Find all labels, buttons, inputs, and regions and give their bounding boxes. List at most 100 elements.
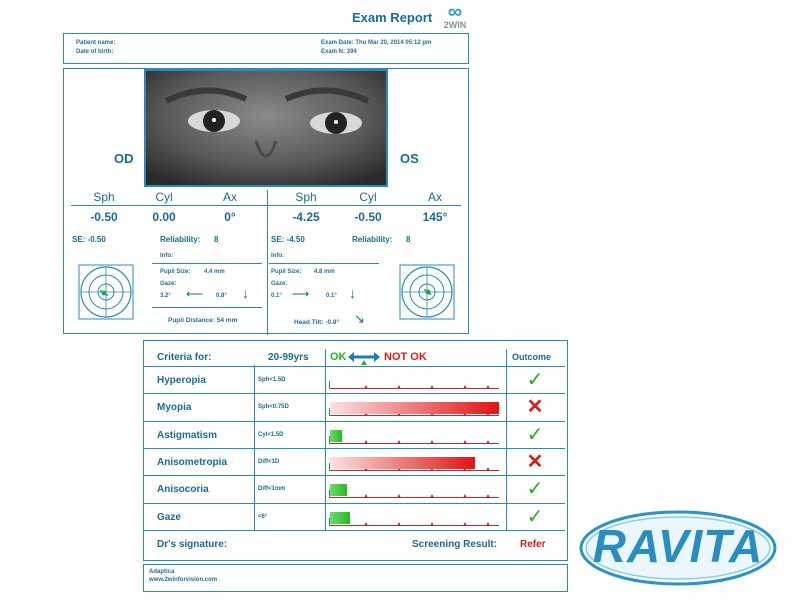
criteria-age: 20-99yrs: [268, 352, 309, 363]
track-tick: [463, 385, 467, 389]
od-pupil-label: Pupil Size:: [160, 269, 191, 275]
criterion-level-bar: [330, 484, 347, 497]
track-baseline: [330, 388, 499, 389]
os-gaze-target-icon: [399, 264, 455, 325]
track-tick: [364, 439, 368, 444]
os-pupil-value: 4.8 mm: [314, 269, 335, 275]
eye-measurement-box: OD OS Sph Cyl Ax Sph Cyl Ax -0.50 0.00 0…: [63, 68, 469, 335]
check-icon: ✓: [526, 478, 544, 501]
od-sph-value: -0.50: [90, 210, 118, 224]
od-reliability-label: Reliability:: [160, 235, 201, 244]
od-label: OD: [114, 151, 134, 166]
track-baseline: [330, 469, 499, 471]
criteria-row: Myopia Sph<0.75D ✕: [144, 393, 565, 420]
od-cyl-value: 0.00: [152, 210, 176, 224]
track-tick: [364, 521, 368, 526]
od-reliability-value: 8: [214, 235, 219, 244]
exam-date: Exam Date: Thu Mar 20, 2014 05:12 pm: [321, 40, 432, 46]
center-divider: [267, 190, 268, 335]
tilt-arrow-icon: ↘: [354, 311, 365, 326]
patient-name-label: Patient name:: [76, 40, 116, 46]
check-icon: ✓: [526, 423, 544, 446]
os-reliability-label: Reliability:: [352, 235, 393, 244]
cross-icon: ✕: [526, 396, 544, 419]
track-baseline: [330, 497, 499, 499]
track-tick: [430, 439, 434, 444]
header-divider: [71, 205, 461, 206]
criterion-level-track: [328, 369, 501, 391]
patient-info-box: Patient name: Date of birth: Exam Date: …: [63, 33, 469, 64]
criterion-name: Astigmatism: [157, 429, 218, 441]
od-cyl-header: Cyl: [155, 190, 173, 204]
screening-label: Screening Result:: [412, 539, 498, 550]
head-tilt: Head Tilt: -0.8°: [294, 319, 340, 326]
criterion-level-bar: [330, 456, 475, 469]
report-title: Exam Report: [352, 10, 433, 25]
signature-divider: [144, 530, 565, 531]
criterion-threshold: Diff<1mm: [258, 486, 286, 493]
track-tick: [463, 521, 467, 526]
ravita-logo: RAVITA: [578, 508, 778, 588]
od-sph-header: Sph: [93, 190, 115, 204]
2win-logo-text: 2WIN: [443, 20, 467, 30]
criteria-row: Anisometropia Diff<1D ✕: [144, 447, 565, 475]
ravita-logo-text: RAVITA: [592, 520, 764, 572]
criteria-row: Anisocoria Diff<1mm ✓: [144, 475, 565, 502]
track-baseline: [330, 524, 499, 526]
os-gaze-h: 0.1°: [271, 293, 282, 299]
dob-label: Date of birth:: [76, 49, 114, 55]
company-name: Adaptica: [149, 569, 175, 575]
track-tick: [430, 494, 434, 499]
track-tick: [463, 439, 467, 444]
track-tick: [486, 439, 490, 444]
track-tick: [364, 494, 368, 499]
signature-label: Dr's signature:: [157, 539, 228, 550]
od-gaze-h: 3.2°: [160, 293, 171, 299]
os-pupil-label: Pupil Size:: [271, 269, 302, 275]
criteria-title: Criteria for:: [157, 352, 212, 363]
track-tick: [486, 385, 490, 389]
criterion-level-track: [328, 451, 501, 473]
right-arrow-icon: ⟶: [292, 287, 310, 301]
criterion-level-track: [328, 478, 501, 500]
track-baseline: [330, 415, 499, 417]
pupil-distance: Pupil Distance: 54 mm: [168, 317, 238, 324]
os-cyl-header: Cyl: [359, 190, 377, 204]
criterion-name: Hyperopia: [157, 375, 206, 386]
eye-photo: [144, 69, 388, 187]
track-tick: [397, 439, 401, 444]
os-gaze-label: Gaze:: [271, 281, 288, 287]
track-tick: [430, 385, 434, 389]
os-reliability-value: 8: [406, 235, 411, 244]
screening-result: Refer: [520, 539, 546, 550]
criterion-level-track: [328, 506, 501, 528]
down-arrow-icon: ↓: [349, 285, 356, 301]
check-icon: ✓: [526, 505, 544, 528]
track-tick: [463, 494, 467, 499]
criterion-level-bar: [330, 429, 342, 442]
os-info: Info:: [271, 253, 284, 259]
down-arrow-icon: ↓: [242, 285, 249, 301]
criterion-level-track: [328, 424, 501, 446]
criteria-row: Astigmatism Cyl<1.5D ✓: [144, 420, 565, 448]
od-ax-value: 0°: [224, 210, 236, 224]
criterion-threshold: Sph<1.5D: [258, 377, 286, 383]
od-info: Info:: [160, 253, 173, 259]
od-ax-header: Ax: [222, 190, 237, 204]
od-info-divider: [152, 263, 262, 264]
criteria-box: Criteria for: 20-99yrs OK NOT OK Outcome…: [143, 340, 568, 561]
os-ax-header: Ax: [427, 190, 442, 204]
track-baseline: [330, 442, 499, 444]
criterion-name: Myopia: [157, 402, 192, 414]
os-sph-value: -4.25: [292, 210, 320, 224]
criterion-threshold: Cyl<1.5D: [258, 431, 284, 438]
track-tick: [397, 385, 401, 389]
os-gaze-v: 0.1°: [326, 293, 337, 299]
od-gaze-label: Gaze:: [160, 281, 177, 287]
criterion-threshold: <6°: [258, 513, 268, 520]
not-ok-label: NOT OK: [384, 351, 427, 363]
os-cyl-value: -0.50: [354, 210, 382, 224]
os-sph-header: Sph: [295, 190, 317, 204]
od-gaze-v: 0.8°: [216, 293, 227, 299]
criterion-threshold: Sph<0.75D: [258, 404, 289, 411]
